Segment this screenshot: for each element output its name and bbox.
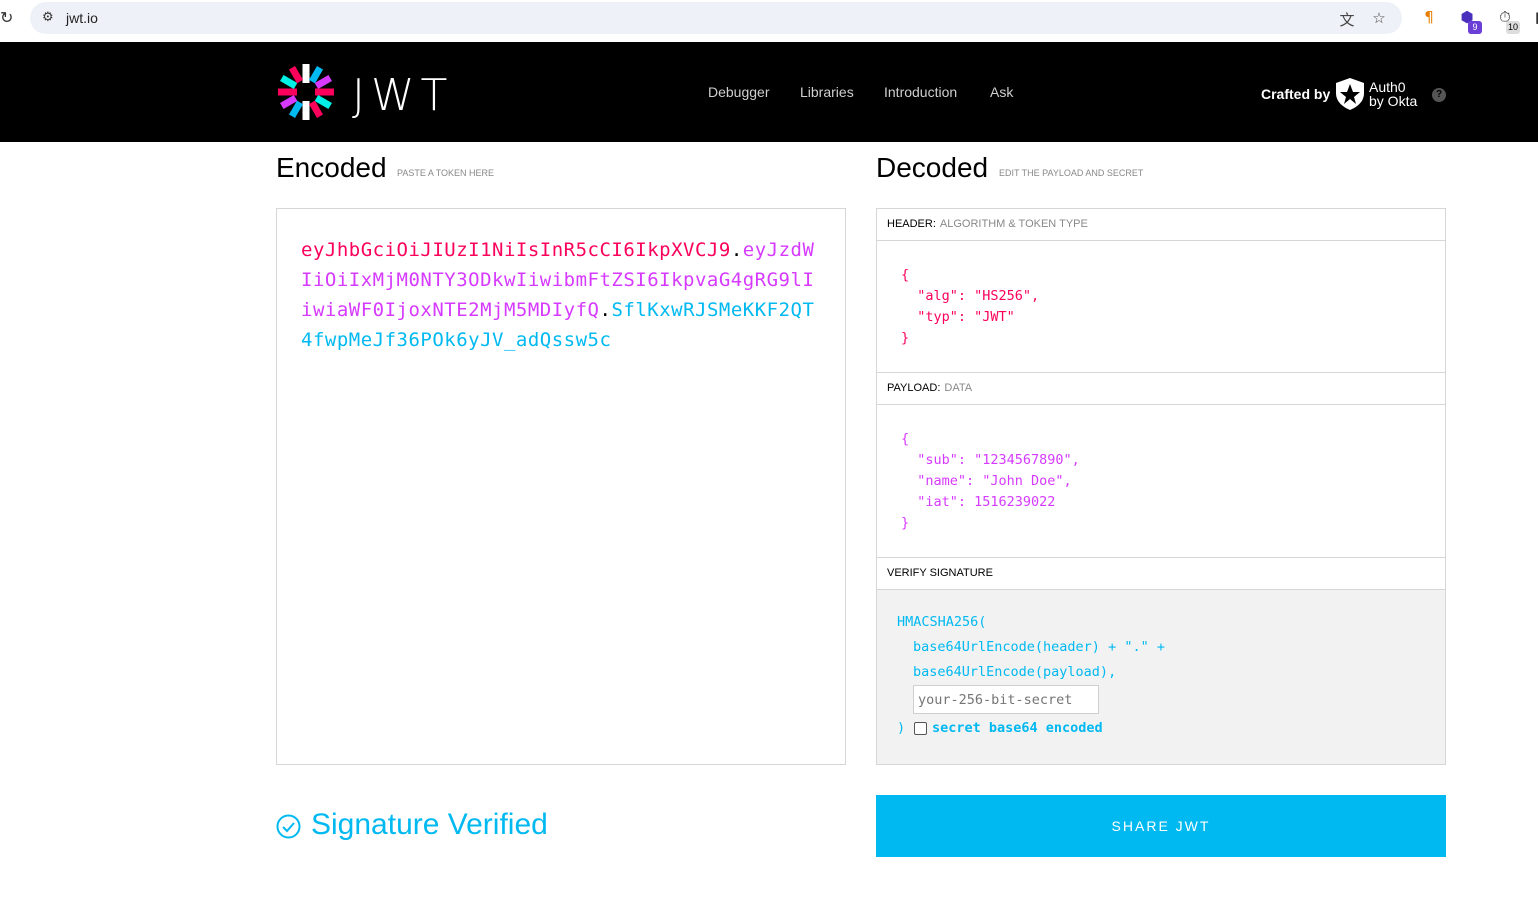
tune-icon[interactable]: ⚙ [42, 10, 58, 26]
nav-ask[interactable]: Ask [990, 84, 1013, 100]
verify-close-paren: ) [897, 720, 906, 736]
nav-introduction[interactable]: Introduction [884, 84, 957, 100]
star-icon[interactable]: ☆ [1370, 9, 1388, 27]
address-bar[interactable]: ⚙ jwt.io 文 ☆ [30, 2, 1402, 34]
timer-extension-icon[interactable]: ⏱ 10 [1494, 8, 1520, 34]
decoded-title: Decoded [876, 152, 989, 183]
nav-libraries[interactable]: Libraries [800, 84, 854, 100]
nav-debugger[interactable]: Debugger [708, 84, 770, 100]
payload-desc: DATA [944, 382, 973, 394]
secret-input[interactable] [913, 685, 1099, 714]
site-header: JWT Debugger Libraries Introduction Ask … [0, 42, 1538, 142]
check-circle-icon [276, 814, 301, 839]
token-dot: . [730, 239, 743, 261]
verify-label: VERIFY SIGNATURE [887, 567, 993, 579]
payload-label: PAYLOAD: [887, 382, 941, 394]
base64-checkbox-label[interactable]: secret base64 encoded [932, 720, 1103, 736]
header-label: HEADER: [887, 218, 936, 230]
reload-icon[interactable]: ↻ [0, 8, 14, 28]
url-text[interactable]: jwt.io [66, 10, 98, 26]
verify-section-title: VERIFY SIGNATURE [877, 558, 1445, 590]
header-section-title: HEADER: ALGORITHM & TOKEN TYPE [877, 209, 1445, 241]
shield-extension-icon[interactable]: ⬢ 9 [1456, 8, 1482, 34]
brand-line-2: by Okta [1369, 93, 1418, 109]
encoded-subtitle: PASTE A TOKEN HERE [397, 168, 495, 178]
decoded-subtitle: EDIT THE PAYLOAD AND SECRET [999, 168, 1144, 178]
brand-line-1: Auth0 [1369, 79, 1406, 95]
header-json-editor[interactable]: { "alg": "HS256", "typ": "JWT" } [901, 265, 1039, 349]
translate-icon[interactable]: 文 [1338, 9, 1356, 29]
token-text[interactable]: eyJhbGciOiJIUzI1NiIsInR5cCI6IkpXVCJ9.eyJ… [301, 235, 821, 355]
jwt-logo-icon[interactable] [276, 62, 336, 122]
verify-line-header: base64UrlEncode(header) + "." + [913, 639, 1165, 655]
verify-fn: HMACSHA256( [897, 614, 987, 630]
browser-toolbar: ↻ ⚙ jwt.io 文 ☆ ¶ ⬢9 ⏱10 ▮ [0, 0, 1538, 42]
token-header-part: eyJhbGciOiJIUzI1NiIsInR5cCI6IkpXVCJ9 [301, 239, 731, 261]
encoded-token-editor[interactable]: eyJhbGciOiJIUzI1NiIsInR5cCI6IkpXVCJ9.eyJ… [276, 208, 846, 765]
token-dot: . [599, 299, 612, 321]
base64-checkbox[interactable] [914, 722, 927, 735]
payload-json-editor[interactable]: { "sub": "1234567890", "name": "John Doe… [901, 429, 1080, 534]
logo-text[interactable]: JWT [352, 70, 453, 121]
verify-line-payload: base64UrlEncode(payload), [913, 664, 1117, 680]
header-desc: ALGORITHM & TOKEN TYPE [939, 218, 1088, 230]
signature-status: Signature Verified [311, 808, 548, 841]
payload-section-title: PAYLOAD: DATA [877, 373, 1445, 405]
share-jwt-button[interactable]: SHARE JWT [876, 795, 1446, 857]
overflow-icon[interactable]: ▮ [1528, 8, 1538, 30]
verify-signature-body: HMACSHA256( base64UrlEncode(header) + ".… [877, 590, 1445, 764]
crafted-by-label: Crafted by [1261, 86, 1331, 102]
decoded-panel: HEADER: ALGORITHM & TOKEN TYPE { "alg": "… [876, 208, 1446, 765]
help-icon[interactable]: ? [1432, 88, 1446, 102]
paragraph-extension-icon[interactable]: ¶ [1418, 8, 1440, 30]
auth0-shield-icon[interactable] [1336, 78, 1364, 110]
auth0-brand[interactable]: Auth0 by Okta [1369, 80, 1417, 108]
encoded-title: Encoded [276, 152, 387, 183]
